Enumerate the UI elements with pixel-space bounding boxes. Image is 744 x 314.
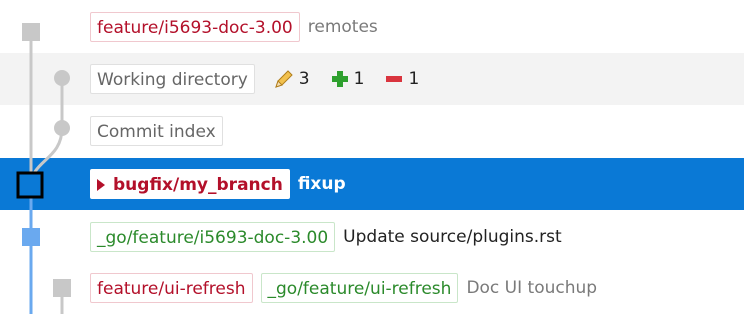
minus-icon [386,76,403,82]
commit-row-update-plugins[interactable]: _go/feature/i5693-doc-3.00 Update source… [0,211,744,263]
commit-row-head[interactable]: bugfix/my_branch fixup [0,158,744,210]
commit-message: fixup [297,174,346,194]
pencil-icon [275,70,293,88]
commit-index-row[interactable]: Commit index [0,105,744,157]
plus-icon [331,71,348,87]
local-branch-tag[interactable]: feature/i5693-doc-3.00 [90,12,300,42]
commit-row-ui-touchup[interactable]: feature/ui-refresh _go/feature/ui-refres… [0,262,744,314]
head-branch-tag[interactable]: bugfix/my_branch [90,169,290,199]
head-indicator-icon [97,179,105,191]
removed-count: 1 [384,69,419,89]
commit-message: Update source/plugins.rst [343,227,562,247]
commit-row-remotes[interactable]: feature/i5693-doc-3.00 remotes [0,1,744,53]
removed-count-value: 1 [408,69,420,89]
added-count-value: 1 [353,69,365,89]
remote-branch-tag[interactable]: _go/feature/ui-refresh [260,273,459,303]
modified-count-value: 3 [298,69,310,89]
added-count: 1 [330,69,365,89]
modified-count: 3 [273,68,310,90]
commit-index-label[interactable]: Commit index [90,116,223,146]
local-branch-tag[interactable]: feature/ui-refresh [90,273,253,303]
commit-message: remotes [307,17,378,37]
commit-message: Doc UI touchup [466,278,598,298]
remote-branch-tag[interactable]: _go/feature/i5693-doc-3.00 [90,222,336,252]
commit-history-view: feature/i5693-doc-3.00 remotes Working d… [0,0,744,314]
working-directory-label[interactable]: Working directory [90,64,255,94]
working-directory-row[interactable]: Working directory 3 1 1 [0,53,744,105]
head-branch-label: bugfix/my_branch [113,175,283,195]
